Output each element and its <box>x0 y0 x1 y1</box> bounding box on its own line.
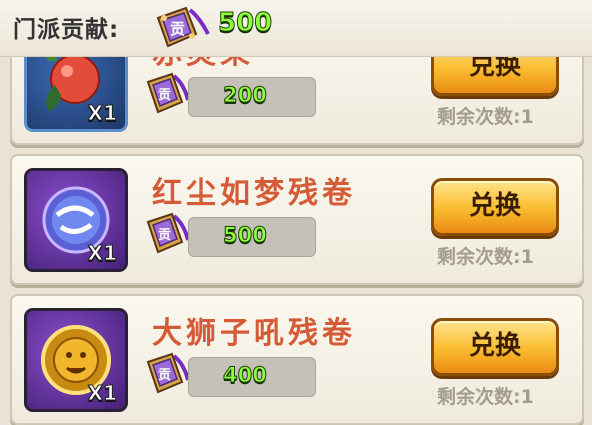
price-bar: 500 <box>188 217 316 257</box>
price-bar: 200 <box>188 77 316 117</box>
item-name: 红尘如梦残卷 <box>152 176 356 211</box>
shop-item-card: X1 红尘如梦残卷 贡 500 兑换 剩余次数:1 <box>10 154 584 285</box>
item-icon-frame: X1 <box>24 168 128 272</box>
shop-item-card: X1 大狮子吼残卷 贡 400 兑换 剩余次数:1 <box>10 294 584 425</box>
price-bar: 400 <box>188 357 316 397</box>
currency-header: 门派贡献: 贡 500 <box>0 0 592 57</box>
remaining-count: 剩余次数:1 <box>437 106 534 128</box>
remaining-count: 剩余次数:1 <box>437 386 534 408</box>
item-price: 400 <box>223 363 268 388</box>
contribution-token-icon: 贡 <box>144 208 192 262</box>
item-name: 大狮子吼残卷 <box>152 316 356 351</box>
contribution-token-icon: 贡 <box>152 4 210 56</box>
contribution-label: 门派贡献: <box>13 17 120 43</box>
item-quantity: X1 <box>87 101 117 126</box>
contribution-amount: 500 <box>217 8 273 39</box>
contribution-token-icon: 贡 <box>144 348 192 402</box>
svg-text:贡: 贡 <box>170 20 185 38</box>
item-icon-frame: X1 <box>24 308 128 412</box>
remaining-count: 剩余次数:1 <box>437 246 534 268</box>
svg-text:贡: 贡 <box>158 368 171 383</box>
exchange-button[interactable]: 兑换 <box>431 318 559 376</box>
svg-text:贡: 贡 <box>158 228 171 243</box>
item-price: 200 <box>223 83 268 108</box>
item-quantity: X1 <box>87 381 117 406</box>
item-price: 500 <box>223 223 268 248</box>
contribution-token-icon: 贡 <box>144 68 192 122</box>
svg-text:贡: 贡 <box>158 88 171 103</box>
item-quantity: X1 <box>87 241 117 266</box>
exchange-button[interactable]: 兑换 <box>431 178 559 236</box>
